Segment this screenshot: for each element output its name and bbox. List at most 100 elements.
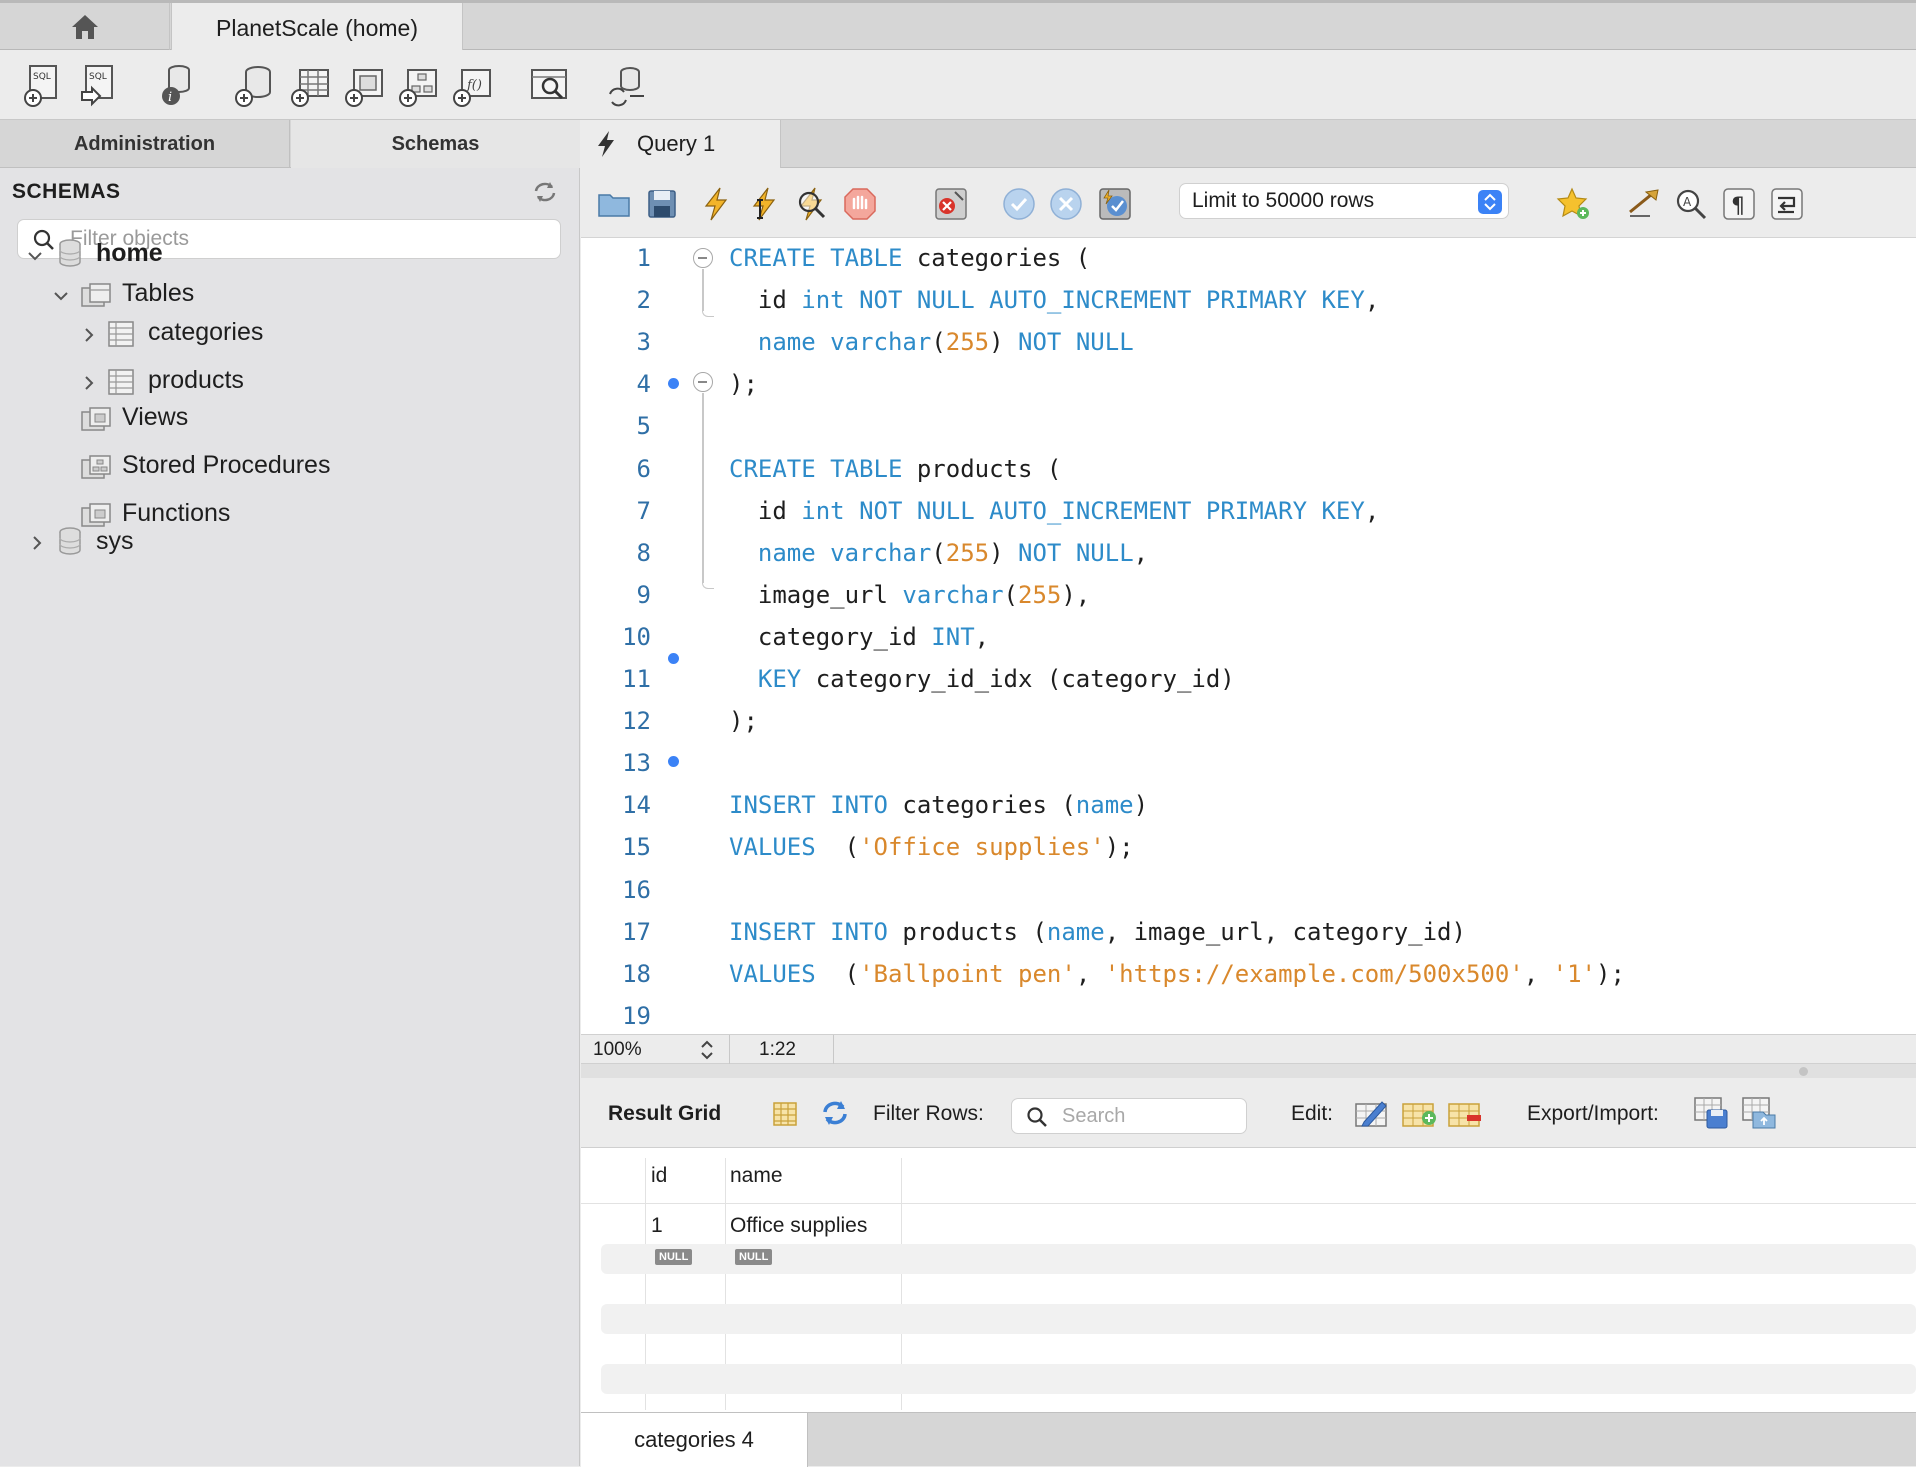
code-line[interactable]: CREATE TABLE products ( xyxy=(729,455,1061,483)
tables-node[interactable]: Tables xyxy=(122,273,194,313)
sidebar: Administration Schemas SCHEMAS home Tabl… xyxy=(0,120,580,1466)
cell-id[interactable]: 1 xyxy=(651,1214,663,1238)
fold-toggle-icon[interactable] xyxy=(693,248,713,268)
code-line[interactable]: category_id INT, xyxy=(729,623,989,651)
create-procedure-icon[interactable] xyxy=(396,62,440,108)
result-grid[interactable]: id name 1 Office supplies NULL NULL xyxy=(581,1148,1916,1412)
stop-on-error-icon[interactable] xyxy=(933,186,969,222)
new-row-stripe[interactable] xyxy=(601,1244,1916,1274)
stored-procedures-node[interactable]: Stored Procedures xyxy=(122,445,330,485)
top-tab-bar: PlanetScale (home) xyxy=(0,0,1916,53)
refresh-icon[interactable] xyxy=(532,180,558,204)
database-icon xyxy=(59,527,81,555)
code-line[interactable]: id int NOT NULL AUTO_INCREMENT PRIMARY K… xyxy=(729,497,1379,525)
edit-label: Edit: xyxy=(1291,1102,1334,1125)
null-badge[interactable]: NULL xyxy=(735,1249,773,1265)
null-badge[interactable]: NULL xyxy=(655,1249,693,1265)
code-line[interactable]: ); xyxy=(729,370,758,398)
home-tab[interactable] xyxy=(0,3,170,50)
code-line[interactable]: id int NOT NULL AUTO_INCREMENT PRIMARY K… xyxy=(729,286,1379,314)
autocommit-toggle-icon[interactable] xyxy=(1097,186,1133,222)
open-sql-script-icon[interactable]: SQL xyxy=(78,62,122,108)
invisible-characters-icon[interactable]: ¶ xyxy=(1721,186,1757,222)
views-node[interactable]: Views xyxy=(122,397,188,437)
find-replace-icon[interactable]: A xyxy=(1673,186,1709,222)
edit-row-icon[interactable] xyxy=(1354,1096,1390,1130)
code-line[interactable]: CREATE TABLE categories ( xyxy=(729,244,1090,272)
chevron-down-icon[interactable] xyxy=(52,287,70,305)
create-schema-icon[interactable] xyxy=(232,62,276,108)
filter-rows-search-field[interactable] xyxy=(1011,1098,1247,1134)
code-line[interactable]: name varchar(255) NOT NULL, xyxy=(729,539,1148,567)
export-icon[interactable] xyxy=(1693,1094,1729,1130)
execute-current-statement-icon[interactable] xyxy=(746,186,782,222)
tab-query-1[interactable]: Query 1 xyxy=(581,120,781,168)
add-snippet-star-icon[interactable] xyxy=(1556,186,1592,222)
refresh-results-icon[interactable] xyxy=(819,1098,851,1128)
table-icon xyxy=(108,321,134,347)
code-line[interactable]: image_url varchar(255), xyxy=(729,581,1090,609)
code-line[interactable]: INSERT INTO products (name, image_url, c… xyxy=(729,918,1466,946)
chevron-right-icon[interactable] xyxy=(28,534,46,552)
table-products[interactable]: products xyxy=(148,360,244,400)
limit-rows-select[interactable]: Limit to 50000 rows xyxy=(1179,183,1509,219)
fold-toggle-icon[interactable] xyxy=(693,372,713,392)
schema-home[interactable]: home xyxy=(96,233,163,273)
save-icon[interactable] xyxy=(644,186,680,222)
code-line[interactable]: name varchar(255) NOT NULL xyxy=(729,328,1134,356)
chevron-right-icon[interactable] xyxy=(80,326,98,344)
splitter-handle-icon xyxy=(1799,1067,1808,1076)
schema-sys[interactable]: sys xyxy=(96,521,134,561)
create-function-icon[interactable]: f() xyxy=(450,62,494,108)
zoom-stepper-icon[interactable] xyxy=(699,1038,715,1062)
reconnect-icon[interactable] xyxy=(604,62,648,108)
connection-tab[interactable]: PlanetScale (home) xyxy=(171,3,463,53)
insert-row-icon[interactable] xyxy=(1401,1096,1437,1130)
commit-icon[interactable] xyxy=(1001,186,1037,222)
schema-inspector-icon[interactable]: i xyxy=(155,62,199,108)
search-table-data-icon[interactable] xyxy=(528,62,572,108)
svg-text:f(): f() xyxy=(466,78,482,93)
chevron-down-icon[interactable] xyxy=(26,247,44,265)
create-table-icon[interactable] xyxy=(288,62,332,108)
panel-splitter[interactable] xyxy=(581,1064,1916,1078)
cell-name[interactable]: Office supplies xyxy=(730,1214,867,1238)
column-header-id[interactable]: id xyxy=(651,1164,667,1188)
beautify-icon[interactable] xyxy=(1626,186,1662,222)
explain-icon[interactable] xyxy=(793,186,829,222)
export-import-label: Export/Import: xyxy=(1527,1102,1659,1125)
fold-guide-end xyxy=(702,579,714,589)
import-icon[interactable] xyxy=(1741,1094,1777,1130)
sql-editor[interactable]: 1 2 3 4 5 6 7 8 9 10 11 12 13 14 15 16 17 18 19 CREATE TAB… xyxy=(581,238,1916,1034)
code-line[interactable]: VALUES ('Office supplies'); xyxy=(729,833,1134,861)
stop-icon[interactable] xyxy=(842,186,878,222)
filter-rows-input[interactable] xyxy=(1062,1104,1237,1128)
column-header-name[interactable]: name xyxy=(730,1164,783,1188)
create-view-icon[interactable] xyxy=(342,62,386,108)
code-line[interactable]: KEY category_id_idx (category_id) xyxy=(729,665,1235,693)
code-line[interactable]: INSERT INTO categories (name) xyxy=(729,791,1148,819)
table-categories[interactable]: categories xyxy=(148,312,263,352)
line-number: 11 xyxy=(622,665,651,693)
statement-marker-icon xyxy=(668,653,679,664)
line-number: 17 xyxy=(622,917,651,946)
functions-node[interactable]: Functions xyxy=(122,493,230,533)
select-arrows-icon xyxy=(1478,190,1502,214)
result-grid-title[interactable]: Result Grid xyxy=(608,1102,721,1126)
zoom-level[interactable]: 100% xyxy=(593,1039,642,1061)
rollback-icon[interactable] xyxy=(1048,186,1084,222)
execute-icon[interactable] xyxy=(698,186,734,222)
word-wrap-icon[interactable] xyxy=(1769,186,1805,222)
code-line[interactable]: ); xyxy=(729,707,758,735)
open-file-icon[interactable] xyxy=(596,186,632,222)
tab-administration[interactable]: Administration xyxy=(0,120,290,168)
tab-categories-4[interactable]: categories 4 xyxy=(581,1413,808,1467)
code-line[interactable]: VALUES ('Ballpoint pen', 'https://exampl… xyxy=(729,960,1625,988)
line-number: 2 xyxy=(636,286,651,315)
column-layout-icon[interactable] xyxy=(771,1100,799,1128)
delete-row-icon[interactable] xyxy=(1447,1096,1483,1130)
tab-schemas[interactable]: Schemas xyxy=(291,120,580,168)
tables-folder-icon xyxy=(81,283,111,307)
new-sql-tab-icon[interactable]: SQL xyxy=(22,62,66,108)
chevron-right-icon[interactable] xyxy=(80,374,98,392)
